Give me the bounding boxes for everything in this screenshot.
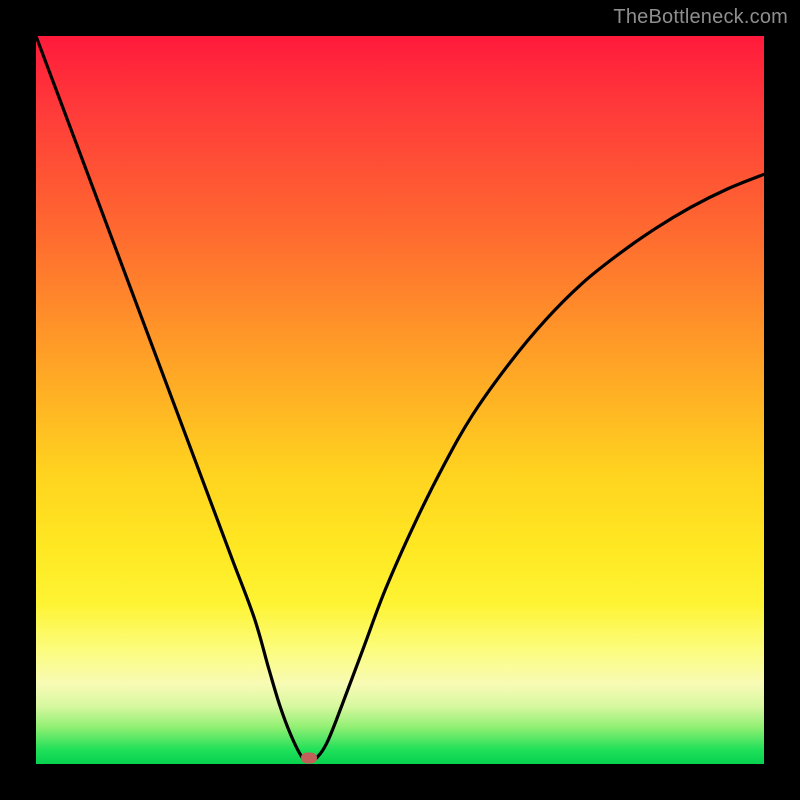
- bottleneck-curve: [36, 36, 764, 764]
- plot-area: [36, 36, 764, 764]
- chart-frame: TheBottleneck.com: [0, 0, 800, 800]
- watermark-text: TheBottleneck.com: [613, 6, 788, 29]
- minimum-marker: [301, 753, 317, 764]
